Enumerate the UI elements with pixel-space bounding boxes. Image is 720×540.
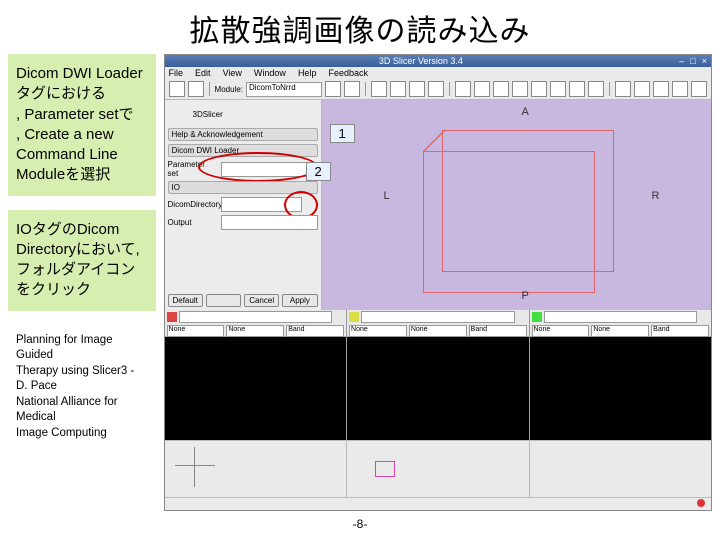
output-dropdown[interactable] xyxy=(221,215,318,230)
tool-icon[interactable] xyxy=(493,81,509,97)
tool-icon[interactable] xyxy=(634,81,650,97)
axis-r: R xyxy=(652,190,660,202)
module-panel: 3DSlicer Help & Acknowledgement Dicom DW… xyxy=(165,100,322,310)
menu-view[interactable]: View xyxy=(223,68,242,78)
slice-viewport[interactable] xyxy=(347,337,528,440)
axis-p: P xyxy=(522,290,529,302)
blank-button[interactable] xyxy=(206,294,241,307)
param-label: Parameter set xyxy=(168,160,218,178)
dicom-dir-field[interactable] xyxy=(221,197,302,212)
slice-label-select[interactable]: Band xyxy=(651,325,709,337)
load-icon[interactable] xyxy=(169,81,185,97)
slice-fg-select[interactable]: None xyxy=(409,325,467,337)
tool-icon[interactable] xyxy=(455,81,471,97)
default-button[interactable]: Default xyxy=(168,294,203,307)
menu-edit[interactable]: Edit xyxy=(195,68,211,78)
slice-fit-icon[interactable] xyxy=(334,312,344,322)
tool-icon[interactable] xyxy=(474,81,490,97)
slice-axial: NoneNoneBand xyxy=(165,310,346,440)
page-number: -8- xyxy=(0,517,720,531)
tool-icon[interactable] xyxy=(588,81,604,97)
slice-fg-select[interactable]: None xyxy=(591,325,649,337)
status-indicator-icon xyxy=(697,499,705,507)
bottom-panel-3[interactable] xyxy=(530,441,711,497)
bounding-cube xyxy=(442,130,614,272)
minimize-icon[interactable]: – xyxy=(679,56,684,66)
callout-1: Dicom DWI Loader タグにおける , Parameter setで… xyxy=(8,54,156,196)
annotation-badge-1: 1 xyxy=(330,124,355,143)
save-icon[interactable] xyxy=(188,81,204,97)
slice-viewport[interactable] xyxy=(530,337,711,440)
slice-viewport[interactable] xyxy=(165,337,346,440)
bottom-panel-2[interactable] xyxy=(347,441,529,497)
tool-icon[interactable] xyxy=(615,81,631,97)
close-icon[interactable]: × xyxy=(702,56,707,66)
slice-fit-icon[interactable] xyxy=(699,312,709,322)
tool-icon[interactable] xyxy=(390,81,406,97)
help-section[interactable]: Help & Acknowledgement xyxy=(168,128,318,141)
slice-views: NoneNoneBand NoneNoneBand NoneNoneBand xyxy=(165,310,711,440)
nav-next-icon[interactable] xyxy=(344,81,360,97)
slice-coronal: NoneNoneBand xyxy=(529,310,711,440)
3d-viewport[interactable]: A L R P 1 2 xyxy=(322,100,711,310)
annotation-badge-2: 2 xyxy=(306,162,331,181)
menu-help[interactable]: Help xyxy=(298,68,317,78)
dicom-dir-label: DicomDirectory xyxy=(168,200,218,209)
slice-label-select[interactable]: Band xyxy=(469,325,527,337)
cancel-button[interactable]: Cancel xyxy=(244,294,279,307)
slice-fit-icon[interactable] xyxy=(517,312,527,322)
menu-bar: File Edit View Window Help Feedback xyxy=(165,67,711,79)
folder-icon[interactable] xyxy=(305,198,318,211)
menu-feedback[interactable]: Feedback xyxy=(328,68,368,78)
module-selector[interactable]: DicomToNrrd xyxy=(246,82,322,97)
slicer-logo-icon xyxy=(168,103,190,125)
tool-icon[interactable] xyxy=(512,81,528,97)
tool-icon[interactable] xyxy=(428,81,444,97)
slice-bg-select[interactable]: None xyxy=(349,325,407,337)
bottom-panels xyxy=(165,440,711,497)
manipulator-panel[interactable] xyxy=(165,441,347,497)
loader-section[interactable]: Dicom DWI Loader xyxy=(168,144,318,157)
tool-icon[interactable] xyxy=(409,81,425,97)
slice-color-icon[interactable] xyxy=(349,312,359,322)
callout-2: IOタグのDicom Directoryにおいて, フォルダアイコン をクリック xyxy=(8,210,156,311)
slide-title: 拡散強調画像の読み込み xyxy=(0,0,720,54)
slice-fg-select[interactable]: None xyxy=(226,325,284,337)
slice-bg-select[interactable]: None xyxy=(532,325,590,337)
slice-sagittal: NoneNoneBand xyxy=(346,310,528,440)
slice-bg-select[interactable]: None xyxy=(167,325,225,337)
credit-text: Planning for Image Guided Therapy using … xyxy=(8,325,156,450)
io-section[interactable]: IO xyxy=(168,181,318,194)
axis-a: A xyxy=(522,106,529,118)
slice-slider[interactable] xyxy=(361,311,514,323)
axis-l: L xyxy=(384,190,390,202)
param-set-dropdown[interactable] xyxy=(221,162,318,177)
toolbar: Module: DicomToNrrd xyxy=(165,79,711,100)
status-bar xyxy=(165,497,711,510)
menu-file[interactable]: File xyxy=(169,68,184,78)
slice-label-select[interactable]: Band xyxy=(286,325,344,337)
tool-icon[interactable] xyxy=(531,81,547,97)
tool-icon[interactable] xyxy=(371,81,387,97)
crosshair-icon xyxy=(175,447,215,487)
slice-color-icon[interactable] xyxy=(167,312,177,322)
selection-icon xyxy=(375,461,395,477)
tool-icon[interactable] xyxy=(691,81,707,97)
nav-prev-icon[interactable] xyxy=(325,81,341,97)
tool-icon[interactable] xyxy=(550,81,566,97)
tool-icon[interactable] xyxy=(653,81,669,97)
output-label: Output xyxy=(168,218,218,227)
menu-window[interactable]: Window xyxy=(254,68,286,78)
slice-slider[interactable] xyxy=(179,311,332,323)
app-window: 3D Slicer Version 3.4 – □ × File Edit Vi… xyxy=(164,54,712,511)
tool-icon[interactable] xyxy=(569,81,585,97)
tool-icon[interactable] xyxy=(672,81,688,97)
welcome-row: 3DSlicer xyxy=(168,103,318,125)
window-titlebar: 3D Slicer Version 3.4 – □ × xyxy=(165,55,711,67)
slice-slider[interactable] xyxy=(544,311,697,323)
module-label: Module: xyxy=(215,85,243,94)
slice-color-icon[interactable] xyxy=(532,312,542,322)
maximize-icon[interactable]: □ xyxy=(690,56,695,66)
apply-button[interactable]: Apply xyxy=(282,294,317,307)
